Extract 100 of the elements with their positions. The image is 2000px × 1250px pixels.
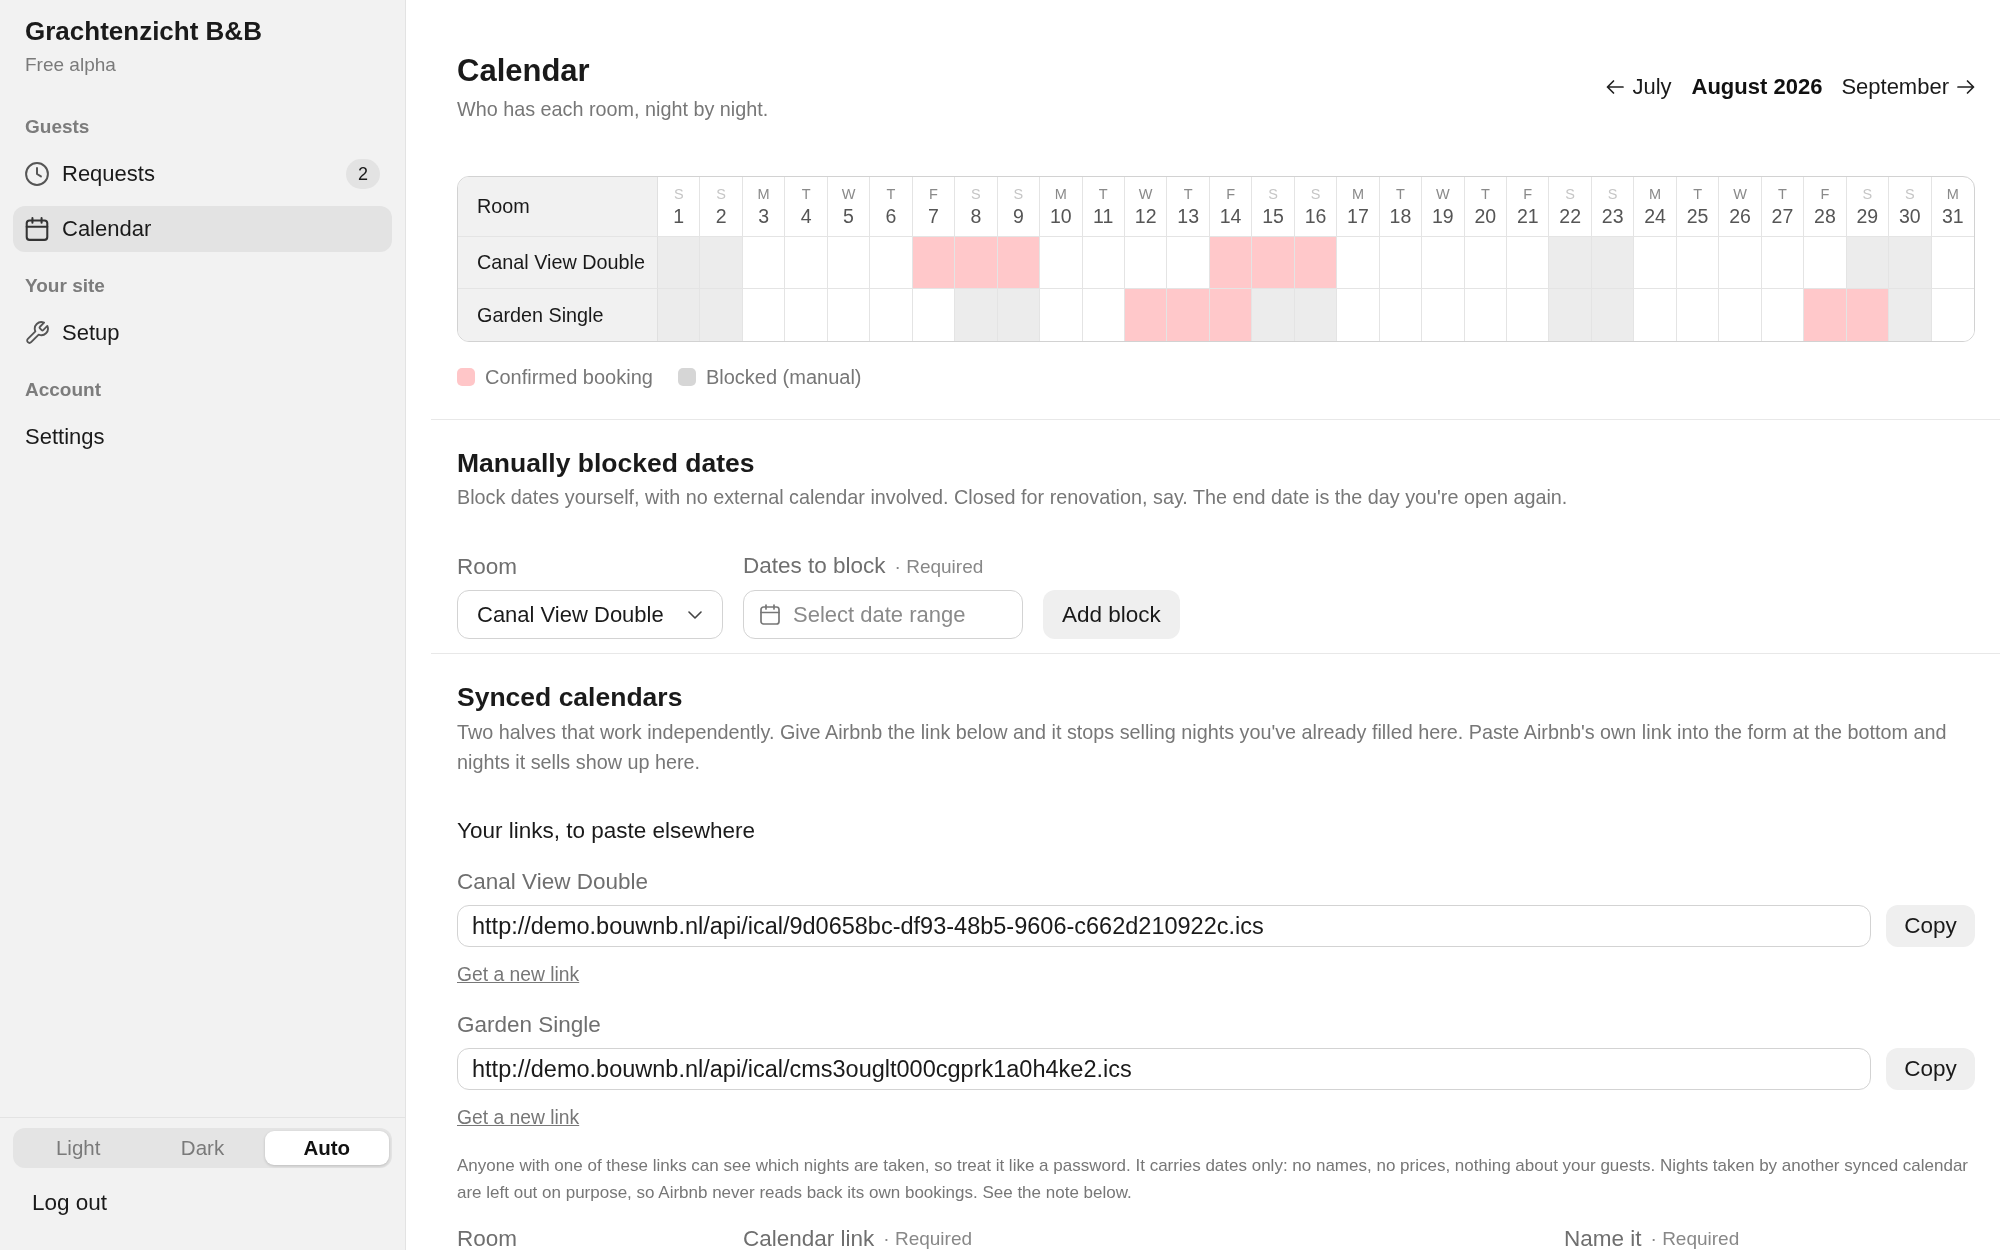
- weekday-label: T: [1693, 185, 1702, 203]
- weekday-label: T: [1778, 185, 1787, 203]
- subsection-title: Your links, to paste elsewhere: [457, 817, 757, 845]
- day-number: 4: [800, 204, 812, 228]
- weekday-label: T: [1395, 185, 1405, 203]
- field-label: Calendar link: [743, 1229, 875, 1249]
- weekday-label: S: [971, 185, 981, 203]
- day-number: 24: [1644, 204, 1666, 228]
- day-number: 9: [1012, 204, 1024, 228]
- day-number: 11: [1093, 204, 1114, 228]
- day-number: 3: [758, 204, 770, 228]
- legend-label: Confirmed booking: [485, 365, 653, 389]
- weekday-label: S: [1862, 185, 1873, 203]
- field-label: Name it: [1564, 1229, 1642, 1249]
- day-number: 14: [1219, 204, 1242, 228]
- day-number: 7: [928, 204, 939, 228]
- nav-item[interactable]: Calendar: [13, 206, 392, 252]
- weekday-label: S: [1565, 185, 1576, 203]
- weekday-label: F: [1226, 185, 1235, 203]
- day-number: 29: [1856, 204, 1879, 228]
- page-title: Calendar: [457, 52, 591, 90]
- log-out-button[interactable]: Log out: [32, 1189, 108, 1217]
- previous-month-link[interactable]: July: [1606, 73, 1672, 101]
- section-title: Manually blocked dates: [457, 447, 756, 479]
- section-heading: Your site: [25, 274, 106, 298]
- new-link-link[interactable]: Get a new link: [457, 1107, 580, 1129]
- required-note: · Required: [883, 1229, 973, 1249]
- calendar-icon: [25, 217, 49, 241]
- weekday-label: S: [1607, 185, 1618, 203]
- weekday-label: S: [716, 185, 726, 203]
- day-number: 5: [843, 204, 854, 228]
- weekday-label: W: [1733, 185, 1747, 203]
- day-number: 20: [1474, 204, 1497, 228]
- next-month-link[interactable]: September: [1841, 73, 1975, 101]
- weekday-label: F: [1523, 185, 1533, 203]
- day-number: 17: [1347, 204, 1369, 228]
- nav-item[interactable]: Settings: [13, 414, 392, 460]
- weekday-label: W: [841, 185, 856, 203]
- page-subtitle: Who has each room, night by night.: [457, 97, 769, 121]
- room-select[interactable]: Canal View Double: [457, 590, 723, 639]
- copy-button[interactable]: Copy: [1886, 905, 1975, 947]
- plan-label: Free alpha: [25, 53, 117, 77]
- clock-icon: [25, 162, 49, 186]
- count-badge: 2: [346, 159, 380, 189]
- new-link-link[interactable]: Get a new link: [457, 964, 580, 986]
- brand-name: Grachtenzicht B&B: [25, 15, 263, 47]
- chevron-down-icon: [688, 610, 702, 619]
- nav-item[interactable]: Requests 2: [13, 151, 392, 197]
- room-cell: Canal View Double: [458, 237, 658, 289]
- day-number: 27: [1771, 204, 1794, 228]
- day-number: 26: [1729, 204, 1751, 228]
- day-number: 2: [715, 204, 727, 228]
- day-number: 1: [673, 204, 685, 228]
- calendar-icon: [760, 604, 780, 625]
- url-field[interactable]: http://demo.bouwnb.nl/api/ical/cms3ouglt000cgprk1a0h4ke2.ics: [457, 1048, 1871, 1090]
- section-heading: Guests: [25, 115, 91, 139]
- weekday-label: M: [1351, 185, 1364, 203]
- weekday-label: F: [929, 185, 938, 203]
- add-block-button[interactable]: Add block: [1043, 590, 1180, 639]
- weekday-label: T: [1098, 185, 1108, 203]
- day-number: 12: [1134, 204, 1157, 228]
- field-label: Garden Single: [457, 1011, 602, 1039]
- arrow-left-icon: [1606, 79, 1625, 95]
- day-number: 19: [1432, 204, 1454, 228]
- security-note: Anyone with one of these links can see which nights are taken, so treat it like a password. It carries dates only: no names, no prices, nothing about your guests. Nights taken by another synced calendar are left out on purpose, so Airbnb never reads back its own bookings. See the note below.: [457, 1155, 1970, 1204]
- weekday-label: S: [673, 185, 684, 203]
- current-month: August 2026: [1691, 73, 1823, 101]
- weekday-label: S: [1268, 185, 1278, 203]
- weekday-label: F: [1820, 185, 1830, 203]
- weekday-label: T: [1183, 185, 1193, 203]
- required-note: · Required: [1650, 1229, 1740, 1249]
- weekday-label: T: [886, 185, 896, 203]
- field-label: Room: [457, 1229, 518, 1249]
- day-number: 8: [970, 204, 982, 228]
- theme-option[interactable]: Auto: [264, 1131, 389, 1165]
- section-description: Two halves that work independently. Give Airbnb the link below and it stops selling nights you've already filled here. Paste Airbnb's own link into the form at the bottom and nights it sells show up here.: [457, 720, 1948, 775]
- day-number: 21: [1516, 204, 1539, 228]
- arrow-right-icon: [1957, 79, 1975, 95]
- weekday-label: M: [1054, 185, 1067, 203]
- day-number: 15: [1262, 204, 1284, 228]
- required-note: · Required: [894, 555, 984, 579]
- section-title: Synced calendars: [457, 681, 684, 713]
- weekday-label: T: [801, 185, 811, 203]
- day-number: 31: [1941, 204, 1964, 228]
- weekday-label: M: [1649, 185, 1662, 203]
- url-field[interactable]: http://demo.bouwnb.nl/api/ical/9d0658bc-df93-48b5-9606-c662d210922c.ics: [457, 905, 1871, 947]
- section-heading: Account: [25, 378, 102, 402]
- weekday-label: T: [1480, 185, 1490, 203]
- weekday-label: S: [1013, 185, 1024, 203]
- day-number: 16: [1304, 204, 1327, 228]
- field-label: Canal View Double: [457, 868, 649, 896]
- field-label: Room: [457, 553, 519, 581]
- copy-button[interactable]: Copy: [1886, 1048, 1975, 1090]
- weekday-label: S: [1310, 185, 1321, 203]
- nav-item[interactable]: Setup: [13, 310, 392, 356]
- weekday-label: S: [1905, 185, 1915, 203]
- wrench-icon: [25, 321, 49, 345]
- day-number: 23: [1601, 204, 1624, 228]
- day-number: 6: [885, 204, 897, 228]
- day-number: 25: [1686, 204, 1709, 228]
